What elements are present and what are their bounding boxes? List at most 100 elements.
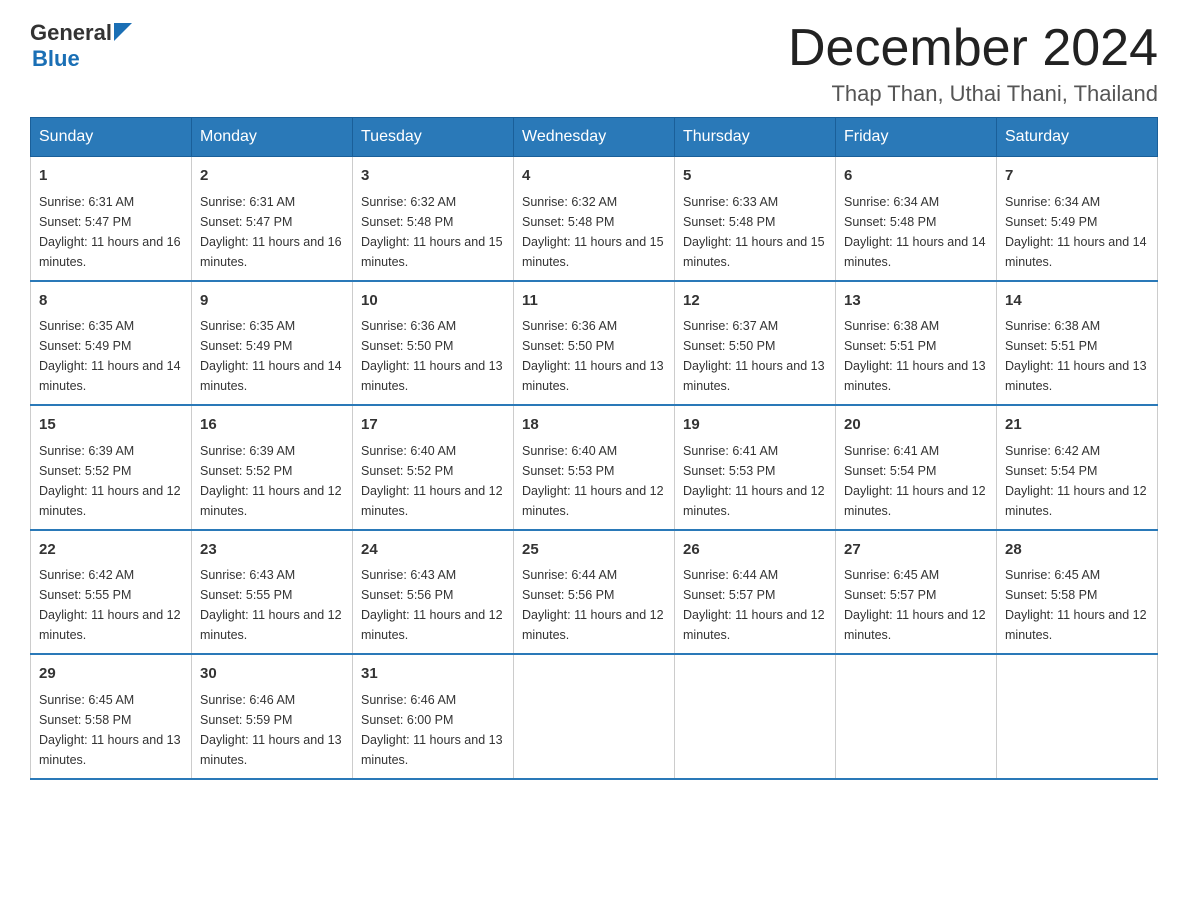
day-number: 26 [683, 539, 827, 562]
calendar-cell: 18 Sunrise: 6:40 AMSunset: 5:53 PMDaylig… [514, 405, 675, 530]
day-info: Sunrise: 6:40 AMSunset: 5:52 PMDaylight:… [361, 444, 503, 518]
day-number: 20 [844, 414, 988, 437]
day-info: Sunrise: 6:36 AMSunset: 5:50 PMDaylight:… [361, 319, 503, 393]
day-number: 7 [1005, 165, 1149, 188]
calendar-cell: 24 Sunrise: 6:43 AMSunset: 5:56 PMDaylig… [353, 530, 514, 655]
calendar-cell: 9 Sunrise: 6:35 AMSunset: 5:49 PMDayligh… [192, 281, 353, 406]
calendar-cell [514, 654, 675, 779]
day-number: 3 [361, 165, 505, 188]
calendar-cell [997, 654, 1158, 779]
day-header-sunday: Sunday [31, 118, 192, 157]
day-number: 15 [39, 414, 183, 437]
day-number: 31 [361, 663, 505, 686]
logo-blue: Blue [32, 46, 80, 72]
day-info: Sunrise: 6:38 AMSunset: 5:51 PMDaylight:… [1005, 319, 1147, 393]
day-info: Sunrise: 6:46 AMSunset: 6:00 PMDaylight:… [361, 693, 503, 767]
day-info: Sunrise: 6:37 AMSunset: 5:50 PMDaylight:… [683, 319, 825, 393]
day-number: 5 [683, 165, 827, 188]
day-info: Sunrise: 6:34 AMSunset: 5:48 PMDaylight:… [844, 195, 986, 269]
day-info: Sunrise: 6:41 AMSunset: 5:54 PMDaylight:… [844, 444, 986, 518]
day-number: 23 [200, 539, 344, 562]
calendar-cell: 17 Sunrise: 6:40 AMSunset: 5:52 PMDaylig… [353, 405, 514, 530]
day-header-saturday: Saturday [997, 118, 1158, 157]
day-info: Sunrise: 6:31 AMSunset: 5:47 PMDaylight:… [200, 195, 342, 269]
day-number: 9 [200, 290, 344, 313]
day-number: 18 [522, 414, 666, 437]
day-header-monday: Monday [192, 118, 353, 157]
page-subtitle: Thap Than, Uthai Thani, Thailand [788, 81, 1158, 107]
logo: General Blue [30, 20, 132, 72]
calendar-cell: 31 Sunrise: 6:46 AMSunset: 6:00 PMDaylig… [353, 654, 514, 779]
day-info: Sunrise: 6:46 AMSunset: 5:59 PMDaylight:… [200, 693, 342, 767]
day-number: 1 [39, 165, 183, 188]
day-header-tuesday: Tuesday [353, 118, 514, 157]
calendar-cell: 26 Sunrise: 6:44 AMSunset: 5:57 PMDaylig… [675, 530, 836, 655]
day-info: Sunrise: 6:32 AMSunset: 5:48 PMDaylight:… [522, 195, 664, 269]
day-info: Sunrise: 6:32 AMSunset: 5:48 PMDaylight:… [361, 195, 503, 269]
calendar-cell: 21 Sunrise: 6:42 AMSunset: 5:54 PMDaylig… [997, 405, 1158, 530]
day-number: 25 [522, 539, 666, 562]
calendar-cell: 14 Sunrise: 6:38 AMSunset: 5:51 PMDaylig… [997, 281, 1158, 406]
calendar-cell [675, 654, 836, 779]
week-row-1: 1 Sunrise: 6:31 AMSunset: 5:47 PMDayligh… [31, 157, 1158, 281]
day-info: Sunrise: 6:45 AMSunset: 5:58 PMDaylight:… [1005, 568, 1147, 642]
day-info: Sunrise: 6:44 AMSunset: 5:56 PMDaylight:… [522, 568, 664, 642]
day-number: 22 [39, 539, 183, 562]
calendar-cell: 30 Sunrise: 6:46 AMSunset: 5:59 PMDaylig… [192, 654, 353, 779]
day-info: Sunrise: 6:45 AMSunset: 5:57 PMDaylight:… [844, 568, 986, 642]
day-info: Sunrise: 6:43 AMSunset: 5:56 PMDaylight:… [361, 568, 503, 642]
day-header-wednesday: Wednesday [514, 118, 675, 157]
week-row-3: 15 Sunrise: 6:39 AMSunset: 5:52 PMDaylig… [31, 405, 1158, 530]
calendar-cell: 28 Sunrise: 6:45 AMSunset: 5:58 PMDaylig… [997, 530, 1158, 655]
day-info: Sunrise: 6:35 AMSunset: 5:49 PMDaylight:… [200, 319, 342, 393]
calendar-cell: 19 Sunrise: 6:41 AMSunset: 5:53 PMDaylig… [675, 405, 836, 530]
calendar-cell: 20 Sunrise: 6:41 AMSunset: 5:54 PMDaylig… [836, 405, 997, 530]
calendar-cell: 25 Sunrise: 6:44 AMSunset: 5:56 PMDaylig… [514, 530, 675, 655]
day-number: 19 [683, 414, 827, 437]
week-row-5: 29 Sunrise: 6:45 AMSunset: 5:58 PMDaylig… [31, 654, 1158, 779]
day-number: 30 [200, 663, 344, 686]
calendar-cell: 11 Sunrise: 6:36 AMSunset: 5:50 PMDaylig… [514, 281, 675, 406]
calendar-cell: 12 Sunrise: 6:37 AMSunset: 5:50 PMDaylig… [675, 281, 836, 406]
day-number: 16 [200, 414, 344, 437]
day-number: 10 [361, 290, 505, 313]
day-info: Sunrise: 6:42 AMSunset: 5:54 PMDaylight:… [1005, 444, 1147, 518]
calendar-header-row: SundayMondayTuesdayWednesdayThursdayFrid… [31, 118, 1158, 157]
day-number: 28 [1005, 539, 1149, 562]
day-header-thursday: Thursday [675, 118, 836, 157]
day-number: 14 [1005, 290, 1149, 313]
day-info: Sunrise: 6:44 AMSunset: 5:57 PMDaylight:… [683, 568, 825, 642]
day-number: 27 [844, 539, 988, 562]
calendar-cell: 16 Sunrise: 6:39 AMSunset: 5:52 PMDaylig… [192, 405, 353, 530]
day-info: Sunrise: 6:42 AMSunset: 5:55 PMDaylight:… [39, 568, 181, 642]
day-number: 24 [361, 539, 505, 562]
day-info: Sunrise: 6:40 AMSunset: 5:53 PMDaylight:… [522, 444, 664, 518]
day-number: 4 [522, 165, 666, 188]
day-number: 8 [39, 290, 183, 313]
day-number: 17 [361, 414, 505, 437]
day-header-friday: Friday [836, 118, 997, 157]
day-number: 13 [844, 290, 988, 313]
day-info: Sunrise: 6:31 AMSunset: 5:47 PMDaylight:… [39, 195, 181, 269]
calendar-cell: 5 Sunrise: 6:33 AMSunset: 5:48 PMDayligh… [675, 157, 836, 281]
logo-general: General [30, 20, 112, 46]
calendar-cell: 29 Sunrise: 6:45 AMSunset: 5:58 PMDaylig… [31, 654, 192, 779]
calendar-cell: 13 Sunrise: 6:38 AMSunset: 5:51 PMDaylig… [836, 281, 997, 406]
day-number: 2 [200, 165, 344, 188]
day-number: 12 [683, 290, 827, 313]
calendar-cell: 4 Sunrise: 6:32 AMSunset: 5:48 PMDayligh… [514, 157, 675, 281]
calendar-cell [836, 654, 997, 779]
page-header: General Blue December 2024 Thap Than, Ut… [30, 20, 1158, 107]
calendar-cell: 15 Sunrise: 6:39 AMSunset: 5:52 PMDaylig… [31, 405, 192, 530]
calendar-cell: 22 Sunrise: 6:42 AMSunset: 5:55 PMDaylig… [31, 530, 192, 655]
calendar-cell: 10 Sunrise: 6:36 AMSunset: 5:50 PMDaylig… [353, 281, 514, 406]
calendar-table: SundayMondayTuesdayWednesdayThursdayFrid… [30, 117, 1158, 780]
calendar-cell: 7 Sunrise: 6:34 AMSunset: 5:49 PMDayligh… [997, 157, 1158, 281]
week-row-4: 22 Sunrise: 6:42 AMSunset: 5:55 PMDaylig… [31, 530, 1158, 655]
day-info: Sunrise: 6:39 AMSunset: 5:52 PMDaylight:… [200, 444, 342, 518]
day-info: Sunrise: 6:45 AMSunset: 5:58 PMDaylight:… [39, 693, 181, 767]
day-info: Sunrise: 6:34 AMSunset: 5:49 PMDaylight:… [1005, 195, 1147, 269]
day-info: Sunrise: 6:36 AMSunset: 5:50 PMDaylight:… [522, 319, 664, 393]
calendar-cell: 6 Sunrise: 6:34 AMSunset: 5:48 PMDayligh… [836, 157, 997, 281]
day-info: Sunrise: 6:35 AMSunset: 5:49 PMDaylight:… [39, 319, 181, 393]
